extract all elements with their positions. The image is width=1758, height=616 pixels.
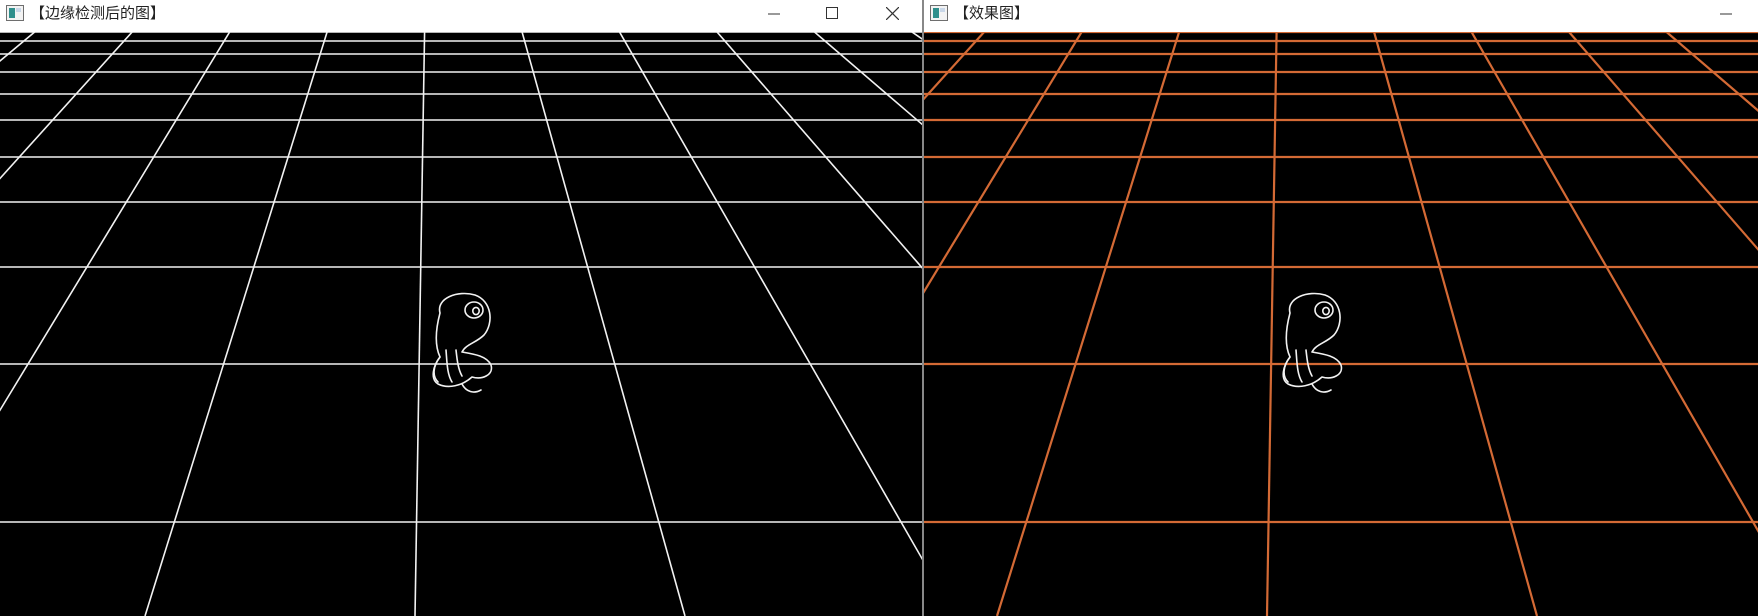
minimize-icon xyxy=(1720,13,1732,15)
app-window-icon xyxy=(6,5,24,21)
minimize-button[interactable] xyxy=(1704,0,1748,26)
window-title: 【边缘检测后的图】 xyxy=(30,4,166,22)
minimize-icon xyxy=(768,13,780,15)
edge-detection-canvas xyxy=(0,32,922,616)
hough-grid-image xyxy=(924,32,1758,616)
hough-grid-lines xyxy=(924,32,1758,616)
edge-detection-window: 【边缘检测后的图】 xyxy=(0,0,922,616)
maximize-button[interactable] xyxy=(810,0,854,26)
hough-result-canvas xyxy=(924,32,1758,616)
window-title: 【效果图】 xyxy=(954,4,1030,22)
title-bar[interactable]: 【效果图】 xyxy=(924,0,1758,32)
close-button[interactable] xyxy=(870,0,914,26)
app-window-icon xyxy=(930,5,948,21)
maximize-icon xyxy=(826,7,838,19)
title-bar[interactable]: 【边缘检测后的图】 xyxy=(0,0,922,32)
result-window: 【效果图】 xyxy=(922,0,1758,616)
edge-grid-image xyxy=(0,32,922,616)
edge-grid-lines xyxy=(0,32,922,616)
minimize-button[interactable] xyxy=(752,0,796,26)
penguin-figure-outline xyxy=(432,292,493,393)
close-icon xyxy=(885,6,899,20)
penguin-figure-outline xyxy=(1282,292,1343,393)
